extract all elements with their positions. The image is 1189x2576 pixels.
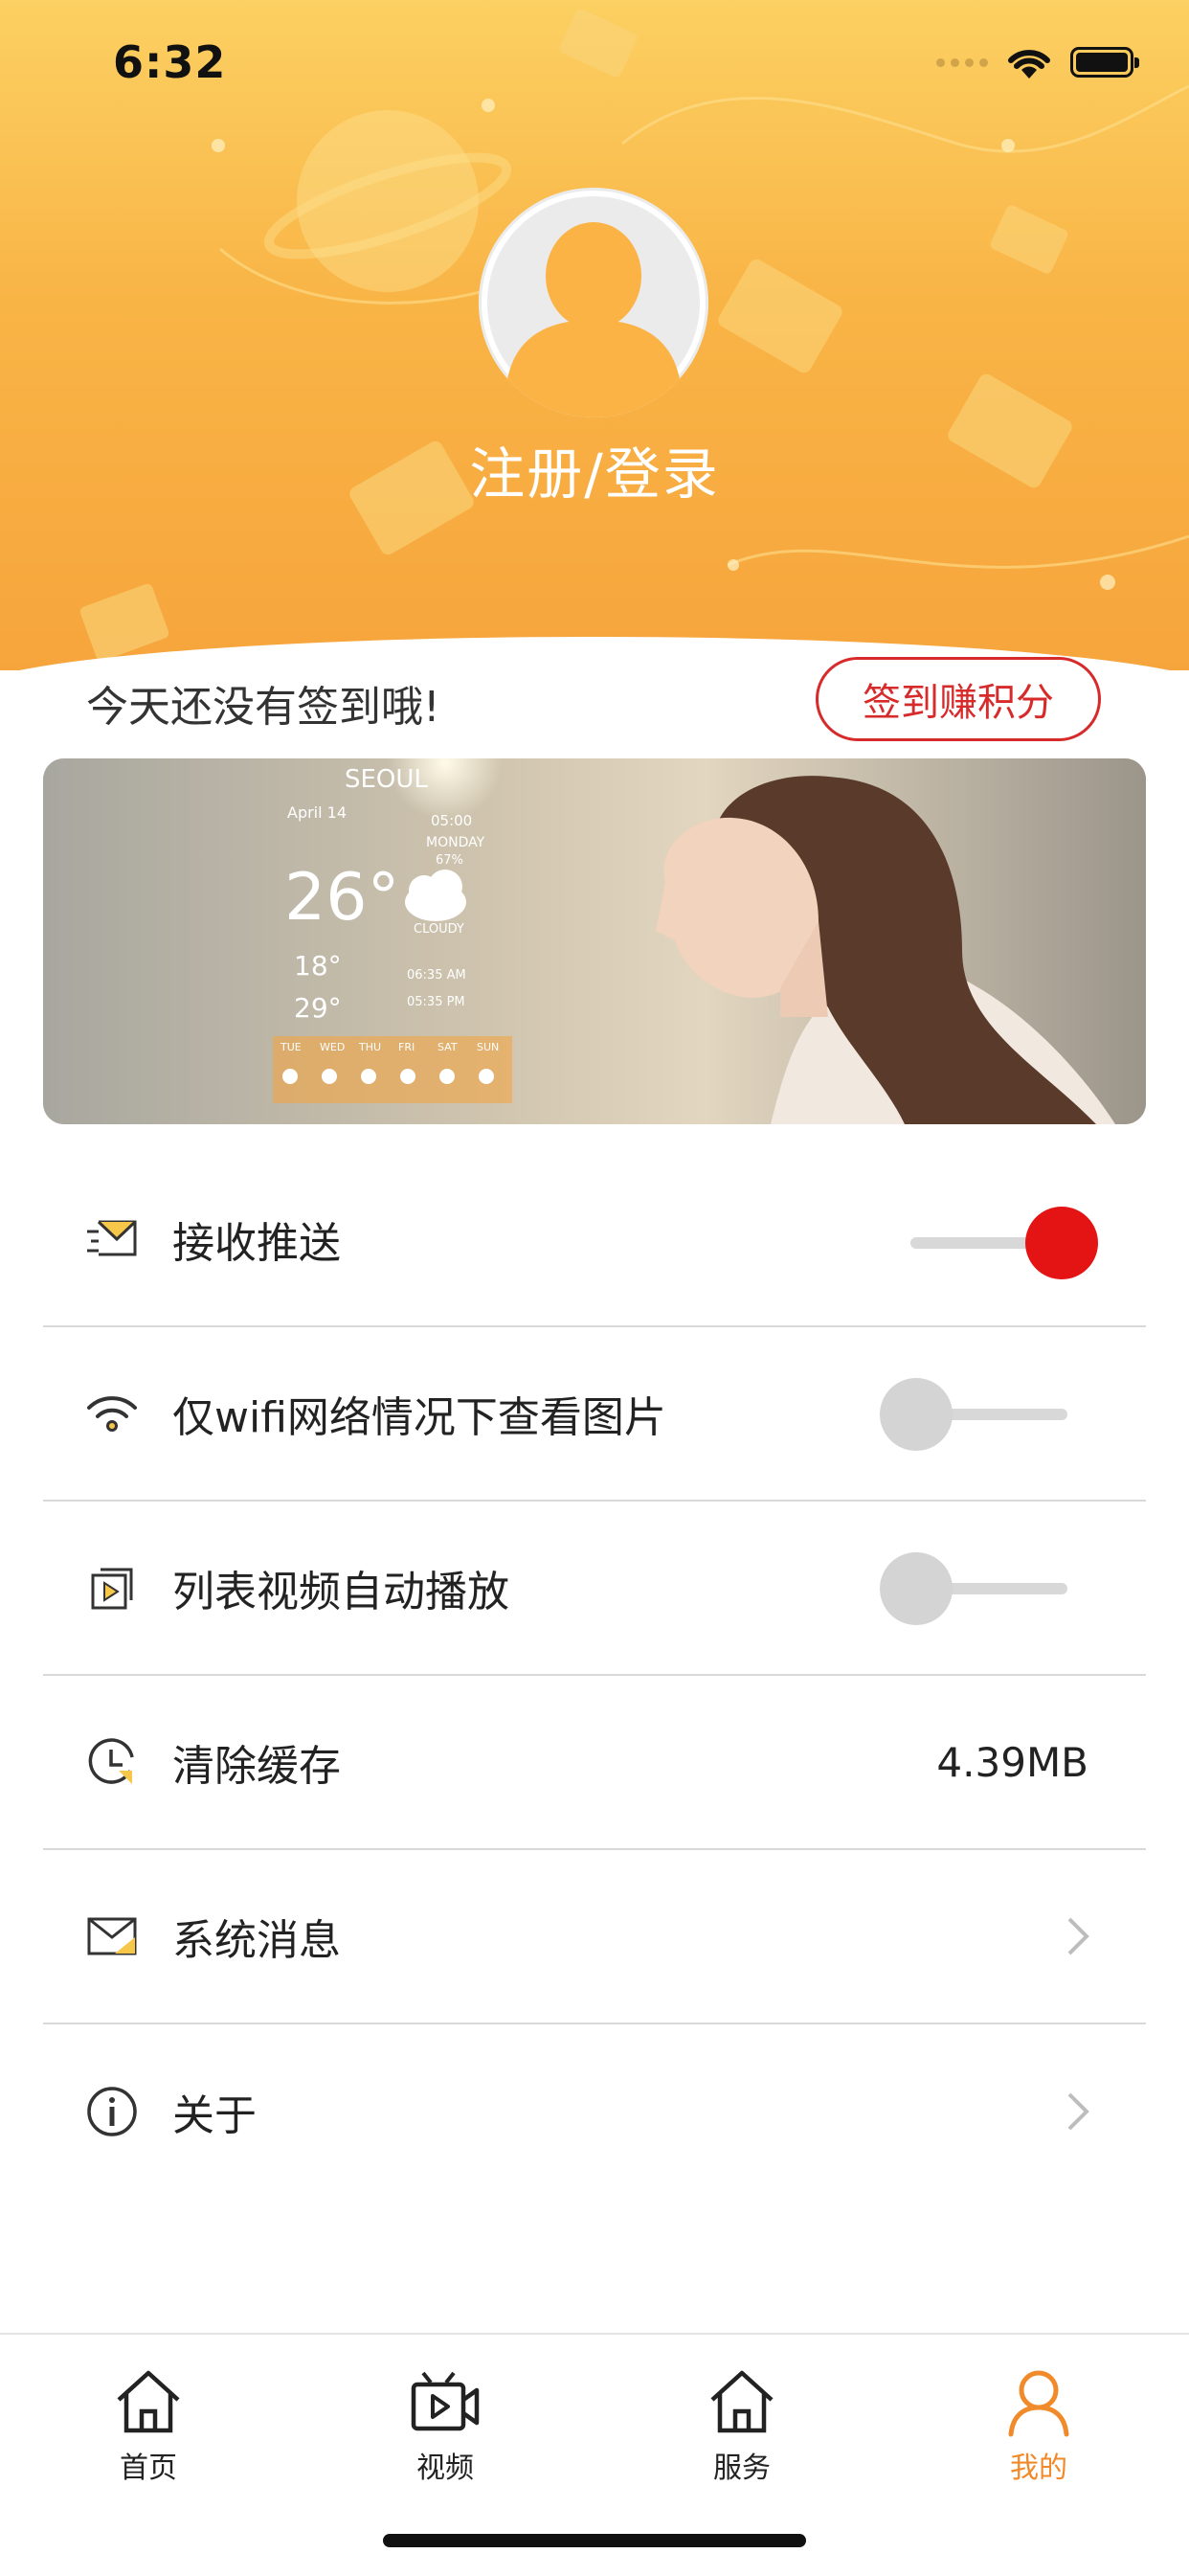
promo-banner[interactable]: SEOUL April 14 05:00 MONDAY 67% 26° CLOU… xyxy=(43,758,1146,1124)
clock-icon xyxy=(85,1735,139,1789)
settings-row-about[interactable]: 关于 xyxy=(43,2024,1146,2199)
profile-header: 6:32 注册/登录 xyxy=(0,0,1189,670)
wifi-images-toggle[interactable] xyxy=(880,1378,1067,1451)
wifi-images-toggle-knob xyxy=(880,1378,953,1451)
weather-day: MONDAY xyxy=(426,835,485,850)
tv-icon xyxy=(411,2371,480,2431)
settings-row-cache[interactable]: 清除缓存 4.39MB xyxy=(43,1676,1146,1850)
forecast-weather-icon xyxy=(439,1069,455,1084)
forecast-day-label: SUN xyxy=(477,1041,499,1053)
home-icon xyxy=(117,2370,180,2433)
tab-home-label: 首页 xyxy=(120,2452,177,2485)
banner-image: SEOUL April 14 05:00 MONDAY 67% 26° CLOU… xyxy=(43,758,1146,1124)
envelope-push-icon xyxy=(85,1212,139,1266)
wifi-status-icon xyxy=(1008,50,1050,79)
forecast-day-label: SAT xyxy=(437,1041,458,1053)
wifi-icon xyxy=(85,1387,139,1440)
forecast-weather-icon xyxy=(361,1069,376,1084)
home-icon xyxy=(710,2370,774,2433)
forecast-day-label: THU xyxy=(358,1041,381,1053)
settings-list: 接收推送 仅wifi网络情况下查看图片 列表视频自动播放 清除缓存 4.39MB… xyxy=(43,1153,1146,2199)
info-icon xyxy=(85,2085,139,2138)
forecast-day-label: TUE xyxy=(280,1041,302,1053)
forecast-weather-icon xyxy=(282,1069,298,1084)
tab-home[interactable]: 首页 xyxy=(81,2367,215,2486)
weather-condition: CLOUDY xyxy=(414,922,464,937)
settings-label-push: 接收推送 xyxy=(172,1219,341,1268)
settings-row-autoplay[interactable]: 列表视频自动播放 xyxy=(43,1502,1146,1676)
video-play-icon xyxy=(85,1561,139,1615)
tab-video-label: 视频 xyxy=(416,2452,474,2485)
weather-sunrise: 06:35 AM xyxy=(407,968,466,983)
settings-row-wifi-images[interactable]: 仅wifi网络情况下查看图片 xyxy=(43,1327,1146,1502)
forecast-strip: TUE WED THU FRI SAT SUN xyxy=(273,1036,512,1103)
checkin-button[interactable]: 签到赚积分 xyxy=(816,657,1101,741)
status-time: 6:32 xyxy=(113,36,227,88)
autoplay-toggle[interactable] xyxy=(880,1552,1067,1625)
settings-row-push[interactable]: 接收推送 xyxy=(43,1153,1146,1327)
weather-temperature: 26° xyxy=(284,860,400,936)
mail-icon xyxy=(85,1909,139,1963)
tab-video[interactable]: 视频 xyxy=(378,2367,512,2486)
tab-service-label: 服务 xyxy=(713,2452,771,2485)
forecast-weather-icon xyxy=(479,1069,494,1084)
signal-icon xyxy=(936,57,988,67)
forecast-weather-icon xyxy=(400,1069,415,1084)
tab-mine[interactable]: 我的 xyxy=(972,2367,1106,2486)
user-silhouette-icon xyxy=(479,188,708,418)
weather-sunset: 05:35 PM xyxy=(407,995,465,1009)
autoplay-toggle-knob xyxy=(880,1552,953,1625)
settings-row-messages[interactable]: 系统消息 xyxy=(43,1850,1146,2024)
checkin-message: 今天还没有签到哦! xyxy=(86,683,440,732)
push-toggle-knob xyxy=(1025,1207,1098,1279)
chevron-right-icon xyxy=(1067,2092,1089,2131)
weather-time: 05:00 xyxy=(431,812,472,829)
forecast-day-label: WED xyxy=(320,1041,345,1053)
battery-icon xyxy=(1070,47,1139,78)
tab-mine-label: 我的 xyxy=(1010,2452,1067,2485)
cache-size-value: 4.39MB xyxy=(936,1738,1088,1786)
settings-label-wifi-images: 仅wifi网络情况下查看图片 xyxy=(172,1393,666,1442)
weather-high: 29° xyxy=(294,992,342,1024)
forecast-day-label: FRI xyxy=(398,1041,415,1053)
home-indicator xyxy=(383,2534,806,2547)
forecast-weather-icon xyxy=(322,1069,337,1084)
settings-label-cache: 清除缓存 xyxy=(172,1742,341,1791)
settings-label-autoplay: 列表视频自动播放 xyxy=(172,1568,509,1616)
weather-date: April 14 xyxy=(287,803,347,822)
chevron-right-icon xyxy=(1067,1917,1089,1955)
weather-humidity: 67% xyxy=(436,853,463,868)
weather-low: 18° xyxy=(294,950,342,982)
avatar[interactable] xyxy=(479,188,708,418)
login-register-link[interactable]: 注册/登录 xyxy=(0,429,1189,509)
settings-label-messages: 系统消息 xyxy=(172,1916,341,1965)
status-icons xyxy=(936,44,1139,80)
push-toggle[interactable] xyxy=(910,1207,1098,1279)
tab-service[interactable]: 服务 xyxy=(675,2367,809,2486)
settings-label-about: 关于 xyxy=(172,2091,257,2140)
weather-city: SEOUL xyxy=(345,765,428,794)
person-icon xyxy=(1008,2370,1069,2437)
